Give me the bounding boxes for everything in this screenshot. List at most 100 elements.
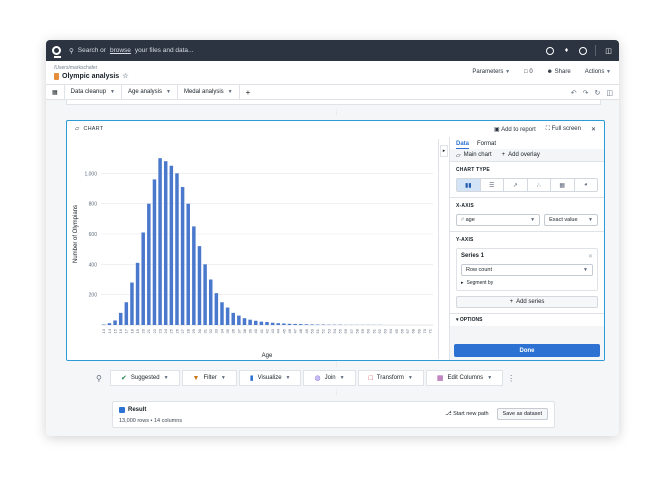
x-tick-label: 17 bbox=[124, 328, 129, 333]
x-tick-label: 46 bbox=[287, 328, 292, 333]
file-icon bbox=[54, 72, 59, 80]
visualize-button[interactable]: ▮ Visualize ▼ bbox=[238, 370, 302, 386]
edit-columns-button[interactable]: ▦ Edit Columns ▼ bbox=[425, 370, 504, 386]
result-summary: 13,000 rows • 14 columns bbox=[119, 418, 183, 424]
add-series-button[interactable]: + Add series bbox=[456, 296, 598, 308]
horizontal-bar-type-icon[interactable]: ☰ bbox=[481, 179, 504, 191]
search-suffix: your files and data... bbox=[134, 47, 194, 54]
search-icon[interactable]: ⚲ bbox=[96, 374, 108, 383]
x-axis-mode-select[interactable]: Exact value ▼ bbox=[544, 214, 598, 226]
main-chart-button[interactable]: ▱ Main chart bbox=[456, 152, 492, 159]
comments-button[interactable]: □ 0 bbox=[524, 69, 533, 75]
search-prefix: Search or bbox=[77, 47, 106, 54]
panel-toggle-icon[interactable]: ◫ bbox=[606, 89, 613, 97]
start-new-path-button[interactable]: ⎇ Start new path bbox=[445, 411, 488, 417]
close-icon[interactable]: ✕ bbox=[591, 126, 596, 133]
actions-button[interactable]: Actions ▼ bbox=[585, 69, 611, 75]
bar bbox=[225, 307, 230, 325]
x-tick-label: 51 bbox=[315, 328, 320, 333]
x-tick-label: 29 bbox=[191, 328, 196, 333]
series-name: Series 1 bbox=[461, 253, 485, 259]
x-tick-label: 36 bbox=[231, 328, 236, 333]
chart-area: 200 400 600 800 1,000 13 14 15 16 17 18 19 20 21 22 23 2… bbox=[67, 137, 438, 362]
share-button[interactable]: ☻ Share bbox=[547, 69, 571, 75]
x-tick-label: 37 bbox=[236, 328, 241, 333]
pie-type-icon[interactable]: ◕ bbox=[575, 179, 598, 191]
add-overlay-button[interactable]: + Add overlay bbox=[502, 152, 540, 158]
add-to-report-button[interactable]: ▣ Add to report bbox=[494, 126, 536, 133]
tab-medal-analysis[interactable]: Medal analysis ▼ bbox=[178, 84, 240, 100]
chart-type-section: CHART TYPE ▮▮ ☰ ↗ ∴ ▦ ◕ bbox=[450, 162, 604, 198]
bar bbox=[175, 173, 179, 325]
chart-icon: ▱ bbox=[75, 126, 80, 132]
parameters-button[interactable]: Parameters ▼ bbox=[472, 69, 510, 75]
tab-age-analysis[interactable]: Age analysis ▼ bbox=[122, 84, 178, 100]
bar bbox=[231, 312, 235, 325]
account-icon[interactable] bbox=[579, 46, 587, 55]
filter-button[interactable]: ▼ Filter ▼ bbox=[181, 370, 237, 386]
x-tick-label: 21 bbox=[146, 328, 151, 333]
segment-by-toggle[interactable]: ▸ Segment by bbox=[461, 280, 593, 286]
help-icon[interactable] bbox=[546, 46, 554, 55]
line-chart-type-icon[interactable]: ↗ bbox=[504, 179, 528, 191]
global-search[interactable]: ⚲ Search or browse your files and data..… bbox=[69, 47, 193, 55]
transform-button[interactable]: □ Transform ▼ bbox=[357, 370, 424, 386]
sidebar-toggle-icon[interactable]: ◫ bbox=[604, 46, 613, 55]
caret-right-icon: ▸ bbox=[461, 280, 464, 286]
x-tick-label: 18 bbox=[129, 328, 134, 333]
x-tick-label: 62 bbox=[377, 328, 382, 333]
x-tick-label: 39 bbox=[248, 328, 253, 333]
x-axis-field-select[interactable]: # age ▼ bbox=[456, 214, 541, 226]
x-tick-label: 28 bbox=[186, 328, 191, 333]
x-tick-label: 68 bbox=[411, 328, 416, 333]
undo-icon[interactable]: ↶ bbox=[571, 89, 577, 97]
bell-icon[interactable]: ♦ bbox=[562, 46, 571, 55]
app-logo[interactable] bbox=[46, 40, 67, 61]
x-tick-label: 60 bbox=[366, 328, 371, 333]
tab-data[interactable]: Data bbox=[456, 141, 470, 149]
x-tick-label: 55 bbox=[338, 328, 343, 333]
x-tick-label: 32 bbox=[208, 328, 213, 333]
redo-icon[interactable]: ↷ bbox=[583, 89, 589, 97]
scatter-type-icon[interactable]: ∴ bbox=[528, 179, 551, 191]
star-icon[interactable]: ☆ bbox=[122, 72, 128, 80]
series-aggregation-select[interactable]: Row count ▼ bbox=[461, 264, 593, 276]
transform-toolbar: ⚲ ✔ Suggested ▼ ▼ Filter ▼ ▮ Visualize ▼ ◍ Join… bbox=[96, 370, 576, 386]
tab-format[interactable]: Format bbox=[477, 141, 496, 149]
breadcrumb[interactable]: /Users/markschafer bbox=[54, 65, 97, 71]
histogram-chart: 2004006008001,00013 14 15 16 17 18 19 20 21 22 23 2… bbox=[73, 158, 433, 359]
full-screen-button[interactable]: ⛶ Full screen bbox=[546, 126, 581, 133]
bar bbox=[282, 323, 286, 325]
bar bbox=[180, 186, 185, 325]
chevron-right-icon[interactable]: ▸ bbox=[440, 145, 448, 157]
tab-data-cleanup[interactable]: Data cleanup ▼ bbox=[65, 84, 122, 100]
x-tick-label: 15 bbox=[112, 328, 117, 333]
heatmap-type-icon[interactable]: ▦ bbox=[551, 179, 575, 191]
bar-chart-type-icon[interactable]: ▮▮ bbox=[457, 179, 481, 191]
suggested-button[interactable]: ✔ Suggested ▼ bbox=[110, 370, 180, 386]
options-section[interactable]: ▾ OPTIONS bbox=[450, 314, 604, 326]
table-icon bbox=[119, 407, 125, 413]
browse-link[interactable]: browse bbox=[110, 47, 131, 54]
bar bbox=[203, 264, 207, 325]
add-tab-icon[interactable]: + bbox=[240, 85, 257, 100]
page-title-text[interactable]: Olympic analysis bbox=[62, 73, 119, 80]
save-as-dataset-button[interactable]: Save as dataset bbox=[496, 408, 548, 420]
bar bbox=[169, 165, 174, 325]
x-tick-label: 57 bbox=[349, 328, 354, 333]
close-icon[interactable]: ✕ bbox=[588, 253, 593, 260]
bar bbox=[254, 320, 258, 325]
y-axis-section: Y-AXIS Series 1 ✕ Row count ▼ ▸ Segment by … bbox=[450, 232, 604, 314]
join-button[interactable]: ◍ Join ▼ bbox=[303, 370, 356, 386]
x-tick-label: 16 bbox=[118, 328, 123, 333]
result-card[interactable]: Result 13,000 rows • 14 columns ⎇ Start … bbox=[112, 401, 555, 428]
y-axis-title: Y-AXIS bbox=[456, 237, 474, 243]
more-options-icon[interactable]: ⋮ bbox=[507, 374, 515, 383]
bar bbox=[208, 279, 213, 325]
x-tick-label: 64 bbox=[388, 328, 393, 333]
x-tick-label: 20 bbox=[141, 328, 146, 333]
done-button[interactable]: Done bbox=[454, 344, 600, 357]
refresh-icon[interactable]: ↻ bbox=[595, 89, 601, 97]
tabs-overview-icon[interactable]: ▦ bbox=[46, 84, 65, 100]
x-tick-label: 40 bbox=[253, 328, 258, 333]
